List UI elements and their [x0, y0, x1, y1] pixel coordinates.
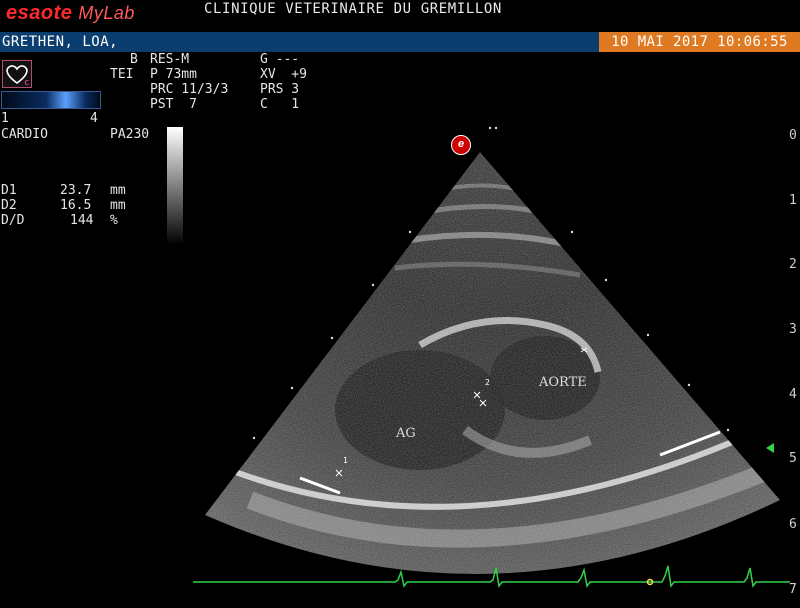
depth-5: 5 — [789, 451, 797, 466]
depth-0: 0 — [789, 128, 797, 143]
caliper-marker-2: 2 — [485, 378, 490, 387]
focus-arrow-icon[interactable] — [766, 443, 774, 453]
label-aorte: AORTE — [539, 375, 587, 390]
probe-orientation-icon: e — [451, 135, 471, 155]
depth-6: 6 — [789, 517, 797, 532]
depth-2: 2 — [789, 257, 797, 272]
caliper-marker-1: 1 — [343, 456, 348, 465]
depth-3: 3 — [789, 322, 797, 337]
label-ag: AG — [396, 426, 416, 441]
depth-1: 1 — [789, 193, 797, 208]
depth-7: 7 — [789, 582, 797, 597]
depth-4: 4 — [789, 387, 797, 402]
ultrasound-image[interactable] — [0, 0, 800, 608]
